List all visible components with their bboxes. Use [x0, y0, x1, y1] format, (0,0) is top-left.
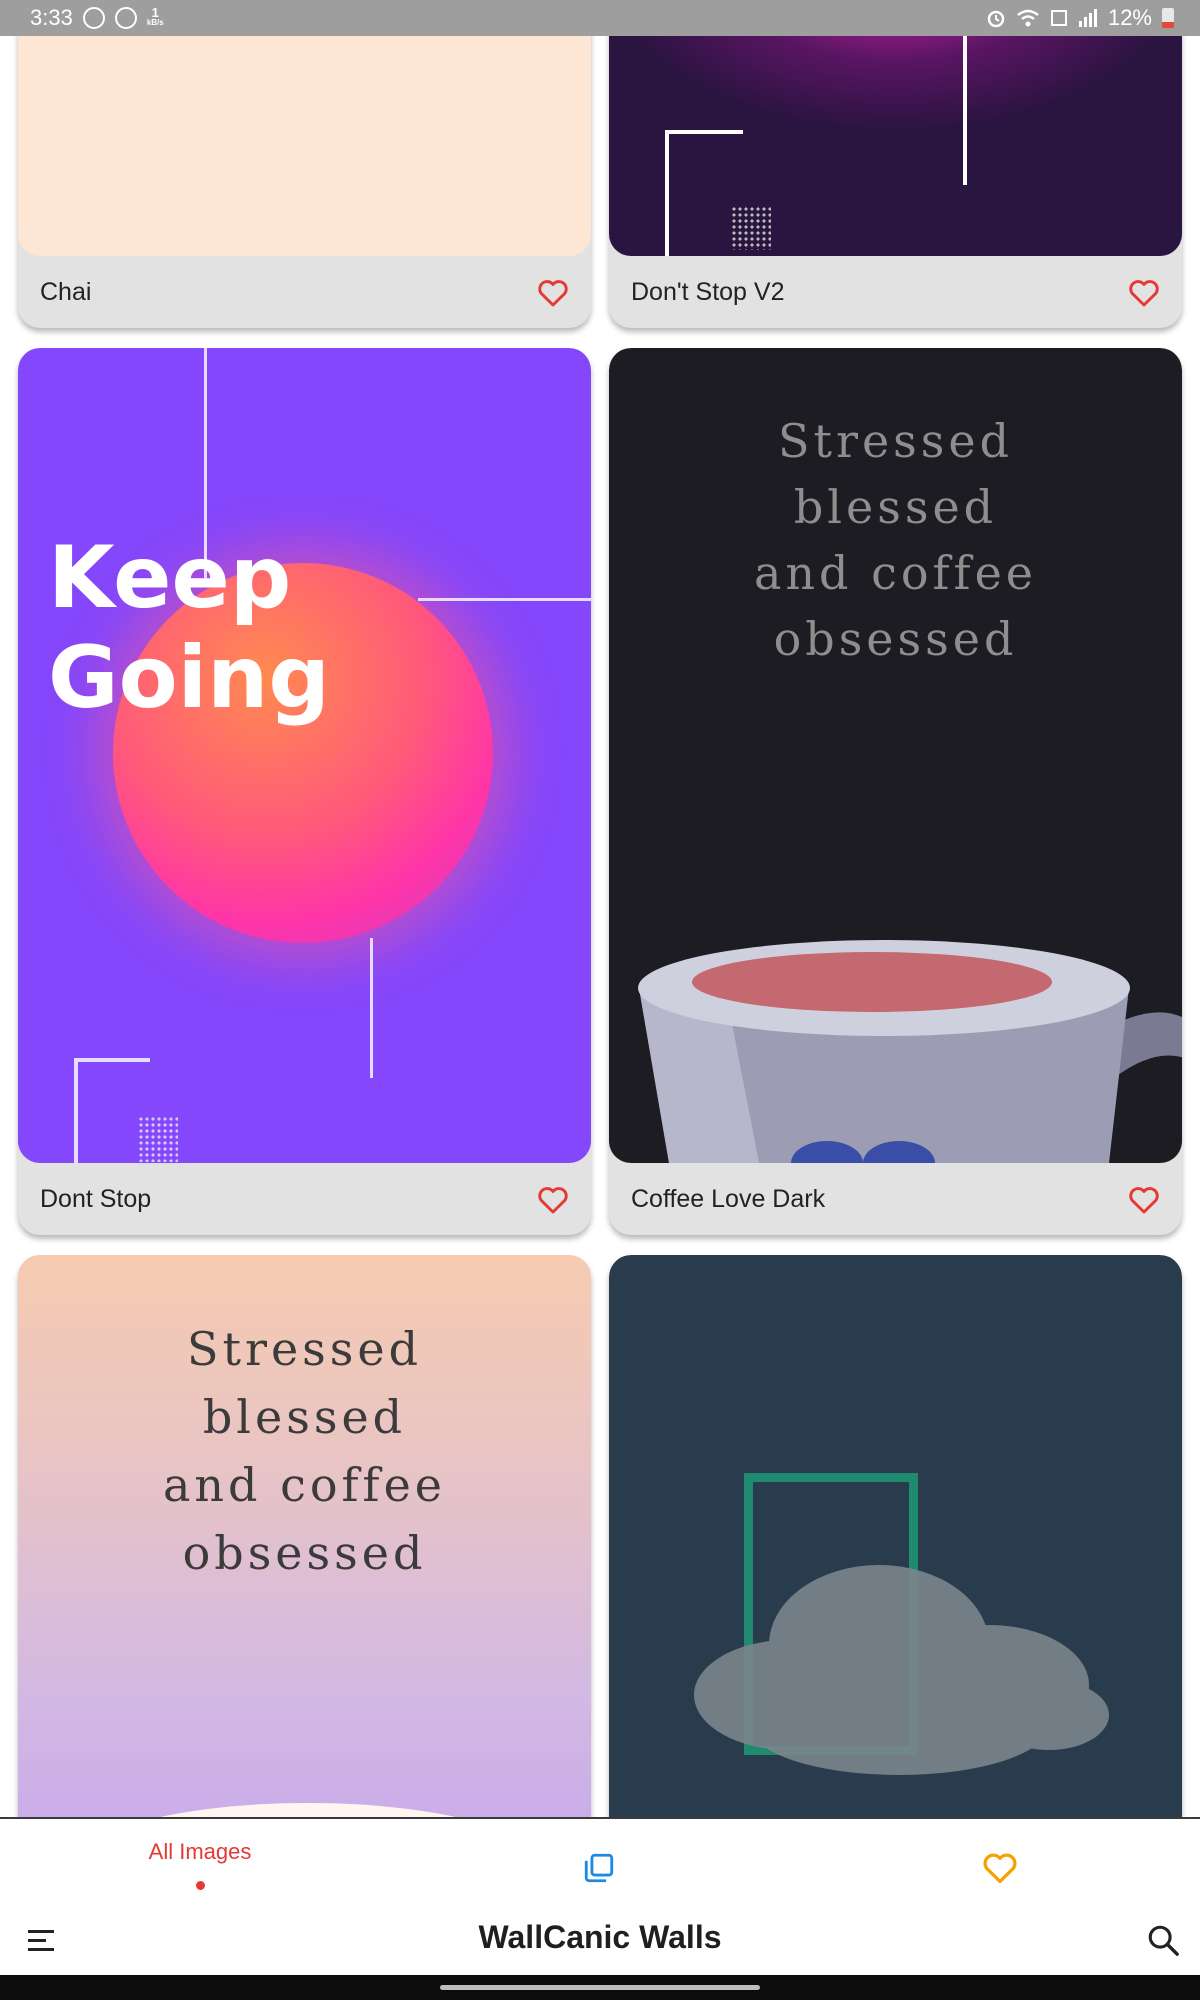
wallpaper-image[interactable]: Stressed blessed and coffee obsessed — [18, 1255, 591, 1817]
wallpaper-image[interactable]: Stressed blessed and coffee obsessed — [609, 348, 1182, 1163]
wallpaper-text-line: obsessed — [773, 612, 1018, 666]
wallpaper-title: Don't Stop V2 — [631, 277, 785, 306]
collections-icon[interactable] — [582, 1851, 616, 1885]
wallpaper-card-dont-stop[interactable]: Keep Going Dont Stop — [18, 348, 591, 1235]
active-dot-indicator — [195, 1881, 205, 1890]
app-title: WallCanic Walls — [478, 1919, 722, 1955]
wallpaper-card-coffee-love-dark[interactable]: Stressed blessed and coffee obsessed Cof… — [609, 348, 1182, 1235]
decor-line — [370, 938, 373, 1078]
wallpaper-title: Chai — [40, 277, 92, 306]
tab-all-images[interactable]: All Images — [130, 1839, 270, 1890]
wallpaper-text-line: Stressed — [777, 414, 1014, 468]
wallpaper-card-dont-stop-v2[interactable]: Don't Stop V2 — [609, 0, 1182, 328]
heart-icon[interactable] — [1128, 1185, 1160, 1215]
decor-dots — [138, 1116, 178, 1162]
wallpaper-text-line: and coffee — [753, 546, 1038, 600]
app-screen: 3:33 1 kB/s 12% Chai Don't Stop V2 Keep … — [0, 0, 1200, 2000]
wallpaper-text-line: blessed — [202, 1390, 407, 1444]
sync-icon — [114, 7, 137, 29]
wallpaper-image[interactable] — [18, 0, 591, 256]
wallpaper-card-cloud[interactable] — [609, 1255, 1182, 1817]
system-navigation-bar — [0, 1975, 1200, 2000]
heart-icon[interactable] — [537, 278, 569, 308]
wallpaper-text-line: blessed — [793, 480, 998, 534]
gesture-handle[interactable] — [440, 1985, 760, 1990]
status-bar: 3:33 1 kB/s 12% — [0, 0, 1200, 36]
battery-percent: 12% — [1107, 5, 1152, 30]
wallpaper-text-line: Stressed — [186, 1322, 423, 1376]
wifi-icon — [1017, 9, 1039, 27]
whatsapp-icon — [82, 7, 105, 29]
wallpaper-image[interactable] — [609, 1255, 1182, 1817]
alarm-icon — [987, 10, 1005, 28]
decor-cup-rim — [78, 1803, 538, 1817]
search-icon[interactable] — [1146, 1923, 1180, 1957]
wallpaper-text: Keep Going — [48, 528, 330, 728]
wallpaper-title: Coffee Love Dark — [631, 1184, 826, 1213]
tab-label: All Images — [148, 1839, 252, 1864]
wallpaper-text: Stressed blessed and coffee obsessed — [609, 408, 1182, 672]
heart-icon[interactable] — [537, 1185, 569, 1215]
net-speed-unit: kB/s — [146, 18, 164, 27]
wallpaper-card-chai[interactable]: Chai — [18, 0, 591, 328]
decor-line — [418, 598, 591, 601]
decor-dots — [731, 206, 771, 250]
coffee-cup-illustration — [638, 940, 1182, 1163]
wallpaper-text: Stressed blessed and coffee obsessed — [18, 1315, 591, 1587]
heart-icon[interactable] — [1128, 278, 1160, 308]
wallpaper-text-line: obsessed — [182, 1526, 427, 1580]
net-speed: 1 kB/s — [146, 5, 164, 28]
battery-icon — [1162, 8, 1174, 28]
net-speed-value: 1 — [151, 5, 159, 20]
wallpaper-text-line: Going — [48, 628, 330, 728]
wallpaper-text-line: and coffee — [162, 1458, 447, 1512]
wallpaper-grid[interactable]: Chai Don't Stop V2 Keep Going Dont Stop … — [0, 0, 1200, 1817]
bottom-navigation: All Images WallCanic Walls — [0, 1817, 1200, 1975]
wallpaper-image[interactable]: Keep Going — [18, 348, 591, 1163]
signal-icon — [1078, 9, 1097, 27]
wallpaper-card-coffee-love-light[interactable]: Stressed blessed and coffee obsessed — [18, 1255, 591, 1817]
wallpaper-text-line: Keep — [48, 528, 292, 628]
status-time: 3:33 — [30, 5, 73, 30]
volte-icon — [1050, 10, 1067, 26]
favorites-heart-icon[interactable] — [982, 1851, 1018, 1885]
wallpaper-image[interactable] — [609, 0, 1182, 256]
cloud-illustration — [694, 1565, 1109, 1775]
wallpaper-title: Dont Stop — [40, 1184, 152, 1213]
